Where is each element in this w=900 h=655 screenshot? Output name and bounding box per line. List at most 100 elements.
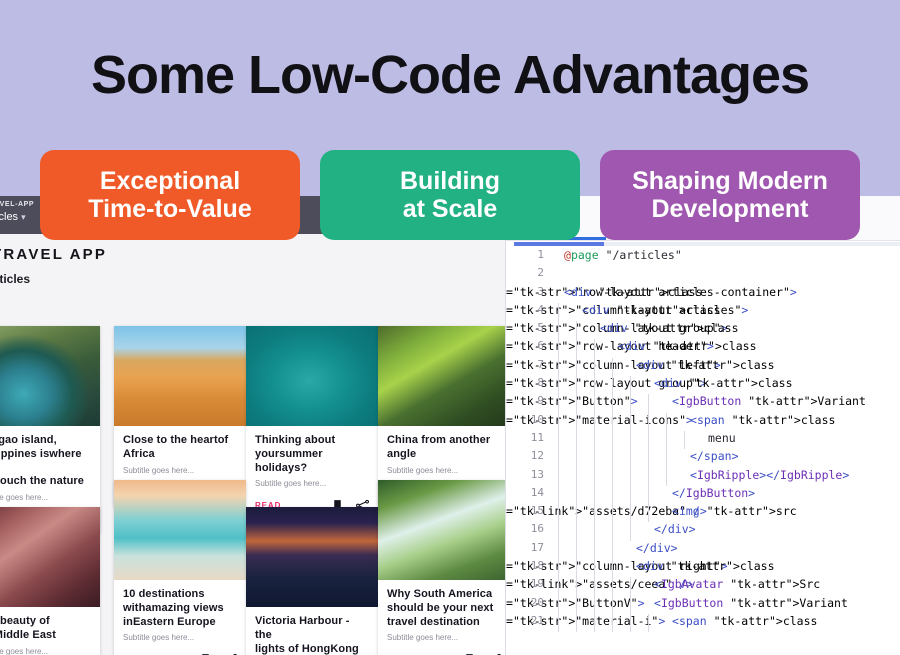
code-text: <span "tk-attr">class xyxy=(690,412,836,427)
code-line: 11 menu xyxy=(506,430,900,450)
article-subtitle: Subtitle goes here... xyxy=(387,465,459,475)
line-number: 9 xyxy=(537,394,544,408)
code-line: 13 <IgbRipple></IgbRipple> xyxy=(506,467,900,486)
article-subtitle: Subtitle goes here... xyxy=(123,465,195,475)
badge-exceptional-time-to-value: Exceptional Time-to-Value xyxy=(40,150,300,240)
line-number: 7 xyxy=(537,357,544,371)
line-number: 12 xyxy=(530,449,544,463)
line-number: 18 xyxy=(530,559,544,573)
article-card-body: The beauty oftheMiddle East Subtitle goes… xyxy=(0,607,100,655)
article-card[interactable]: Siargao island,Philippines iswhere youca… xyxy=(0,326,100,533)
article-card-body: Why South America should be your next trav… xyxy=(378,580,510,655)
line-number: 20 xyxy=(530,595,544,609)
article-card[interactable]: Close to the heartof Africa Subtitle goes … xyxy=(114,326,246,506)
article-thumbnail xyxy=(114,326,246,426)
line-number: 16 xyxy=(530,522,544,536)
article-title: Why South America should be your next trav… xyxy=(387,588,494,628)
article-card-body: Victoria Harbour - the lights of HongKong… xyxy=(246,607,378,655)
badge-label: Shaping Modern Development xyxy=(632,167,828,223)
line-number: 15 xyxy=(530,504,544,518)
article-subtitle: Subtitle goes here... xyxy=(123,633,195,643)
line-number: 10 xyxy=(530,412,544,426)
code-line: 18 <div "tk-attr">class ="tk-str">"column-… xyxy=(506,559,900,578)
article-title: Thinking about yoursummer holidays? xyxy=(255,434,336,474)
code-text: <IgbButton "tk-attr">Variant xyxy=(654,595,848,610)
article-thumbnail xyxy=(246,507,378,607)
code-text: <img "tk-attr">src xyxy=(672,504,797,519)
code-line: 2 xyxy=(506,266,900,284)
code-text: </div> xyxy=(636,540,678,555)
code-text: <IgbButton "tk-attr">Variant xyxy=(672,394,866,409)
article-title: 10 destinations withamazing views inEaster… xyxy=(123,588,224,628)
code-line: 9 <IgbButton "tk-attr">Variant ="tk-str">"… xyxy=(506,394,900,413)
app-brand: TRAVEL-APP xyxy=(0,201,35,208)
code-line: 1 @page "/articles" xyxy=(506,248,900,266)
article-card[interactable]: Why South America should be your next trav… xyxy=(378,480,510,655)
line-number: 21 xyxy=(530,613,544,627)
code-line: 12 </span> xyxy=(506,449,900,468)
article-card[interactable]: Thinking about yoursummer holidays? Subtit… xyxy=(246,326,378,520)
app-heading: TRAVEL APP xyxy=(0,246,108,263)
app-subheading: articles xyxy=(0,272,31,286)
article-card[interactable]: China from another angle Subtitle goes her… xyxy=(378,326,510,506)
code-line: 20 <IgbButton "tk-attr">Variant ="tk-str">… xyxy=(506,595,900,614)
line-number: 3 xyxy=(537,284,544,298)
line-number: 5 xyxy=(537,321,544,335)
code-line: 5 <div "tk-attr">class ="tk-str">"column-l… xyxy=(506,321,900,340)
page-title: Some Low-Code Advantages xyxy=(90,45,810,105)
code-line: 19 <IgbAvatar "tk-attr">Src ="tk-link">"as… xyxy=(506,577,900,596)
article-subtitle: Subtitle goes here... xyxy=(387,633,459,643)
code-line: 6 <div "tk-attr">class ="tk-str">"row-layo… xyxy=(506,339,900,358)
article-title: Close to the heartof Africa xyxy=(123,434,229,460)
code-text: </div> xyxy=(654,522,696,537)
line-number: 11 xyxy=(530,430,544,444)
code-text: menu xyxy=(708,430,736,445)
article-subtitle: Subtitle goes here... xyxy=(0,493,49,502)
page-selector[interactable]: Articles▾ xyxy=(0,211,26,223)
article-subtitle: Subtitle goes here... xyxy=(0,646,49,655)
article-card-grid: Siargao island,Philippines iswhere youca… xyxy=(0,292,510,655)
code-line: 10 <span "tk-attr">class ="tk-str">"materi… xyxy=(506,412,900,431)
line-number: 6 xyxy=(537,339,544,353)
article-title: China from another angle xyxy=(387,434,491,460)
article-subtitle: Subtitle goes here... xyxy=(255,479,327,489)
page-selector-label: Articles xyxy=(0,211,19,223)
badge-label: Building at Scale xyxy=(400,167,500,223)
article-card-body: Thinking about yoursummer holidays? Subtit… xyxy=(246,426,378,519)
article-card[interactable]: Victoria Harbour - the lights of HongKong… xyxy=(246,507,378,655)
article-title: Victoria Harbour - the lights of HongKong xyxy=(255,615,359,655)
code-line: 16 </div> xyxy=(506,522,900,541)
code-lines[interactable]: 1 @page "/articles" 2 3 <div "tk-attr">class… xyxy=(506,248,900,655)
editor-scroll-thumb[interactable] xyxy=(514,242,604,246)
code-line: 8 <div "tk-attr">class ="tk-str">"row-layo… xyxy=(506,376,900,395)
code-line: 4 <div "tk-attr">class ="tk-str">"column-l… xyxy=(506,302,900,322)
article-title: Siargao island,Philippines iswhere youca… xyxy=(0,434,85,488)
code-text: @page "/articles" xyxy=(564,248,682,262)
line-number: 17 xyxy=(530,540,544,554)
line-number: 8 xyxy=(537,376,544,390)
article-card[interactable]: The beauty oftheMiddle East Subtitle goes… xyxy=(0,507,100,655)
code-line: 7 <div "tk-attr">class ="tk-str">"column-l… xyxy=(506,357,900,377)
code-text: <span "tk-attr">class xyxy=(672,613,818,628)
line-number: 1 xyxy=(537,248,544,261)
line-number: 4 xyxy=(537,302,544,316)
article-thumbnail xyxy=(378,326,510,426)
article-thumbnail xyxy=(0,507,100,607)
code-text: <div "tk-attr">class xyxy=(618,339,757,354)
code-line: 3 <div "tk-attr">class ="tk-str">"row-layo… xyxy=(506,284,797,299)
code-text: <div "tk-attr">class xyxy=(564,284,703,299)
article-thumbnail xyxy=(114,480,246,580)
code-text: <div "tk-attr">class xyxy=(636,357,775,372)
line-number: 14 xyxy=(530,485,544,499)
code-text: </IgbButton> xyxy=(672,485,756,500)
chevron-down-icon: ▾ xyxy=(21,212,26,222)
article-thumbnail xyxy=(378,480,510,580)
article-title: The beauty oftheMiddle East xyxy=(0,615,57,641)
line-number: 2 xyxy=(537,266,544,280)
code-line: 15 <img "tk-attr">src ="tk-link">"assets/d… xyxy=(506,504,900,523)
code-text: <IgbAvatar "tk-attr">Src xyxy=(654,577,821,592)
code-text: <div "tk-attr">class xyxy=(636,559,775,574)
badge-label: Exceptional Time-to-Value xyxy=(88,167,252,223)
article-card[interactable]: 10 destinations withamazing views inEaster… xyxy=(114,480,246,655)
article-card-body: 10 destinations withamazing views inEaster… xyxy=(114,580,246,655)
